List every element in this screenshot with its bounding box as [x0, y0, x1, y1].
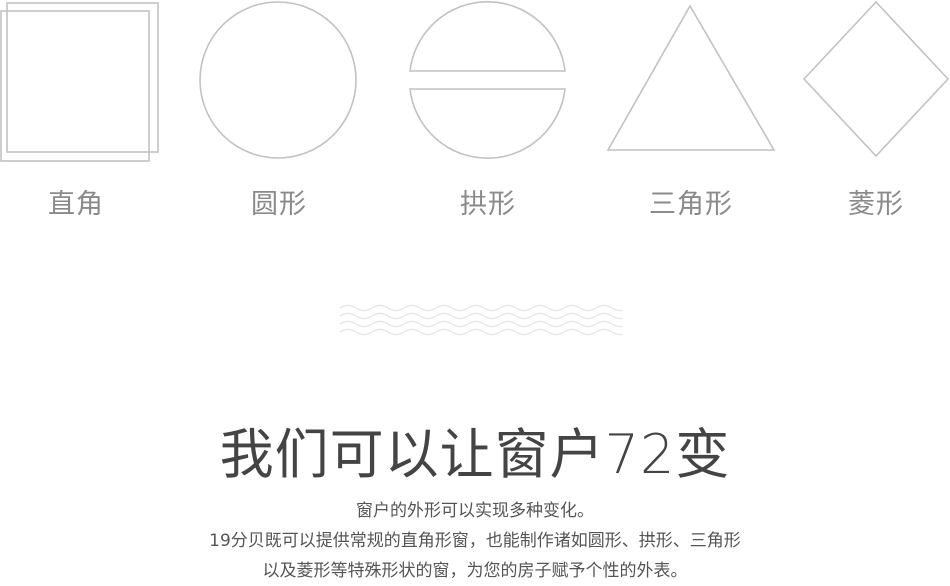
description-line-3: 以及菱形等特殊形状的窗，为您的房子赋予个性的外表。: [262, 561, 688, 581]
shape-label-circle: 圆形: [251, 189, 307, 220]
shape-label-arch: 拱形: [460, 189, 516, 220]
circle-outline-icon: [199, 1, 359, 161]
arch-outline-icon: [408, 0, 568, 162]
square-outline-icon: [0, 0, 162, 165]
shape-label-square: 直角: [48, 189, 104, 220]
diamond-outline-icon: [801, 0, 950, 158]
description: 窗户的外形可以实现多种变化。 19分贝既可以提供常规的直角形窗，也能制作诸如圆形…: [0, 496, 950, 586]
shape-label-triangle: 三角形: [649, 189, 733, 220]
triangle-outline-icon: [606, 4, 778, 154]
shape-label-diamond: 菱形: [848, 189, 904, 220]
page-headline: 我们可以让窗户72变: [219, 423, 731, 486]
description-line-2: 19分贝既可以提供常规的直角形窗，也能制作诸如圆形、拱形、三角形: [209, 531, 741, 551]
description-line-1: 窗户的外形可以实现多种变化。: [356, 501, 594, 521]
wave-pattern-icon: [339, 303, 629, 343]
